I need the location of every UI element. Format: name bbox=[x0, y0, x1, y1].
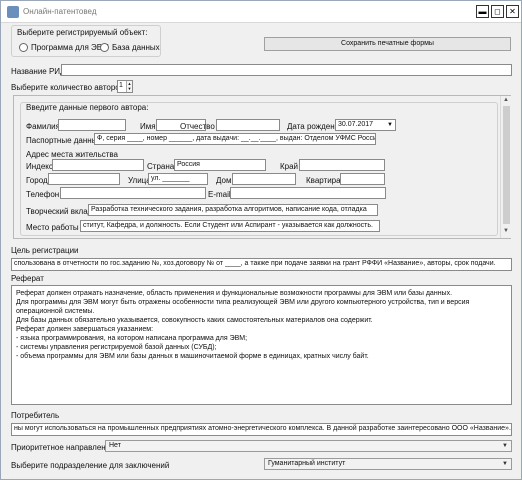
region-input[interactable] bbox=[299, 159, 385, 171]
country-label: Страна bbox=[147, 162, 175, 171]
scroll-down-icon[interactable]: ▼ bbox=[503, 228, 509, 234]
date-dropdown-icon[interactable]: ▼ bbox=[387, 120, 393, 130]
spinner-arrows-icon[interactable]: ▲ ▼ bbox=[126, 81, 132, 92]
abstract-line: - объема программы для ЭВМ или базы данн… bbox=[16, 353, 369, 360]
scroll-thumb[interactable] bbox=[503, 106, 510, 224]
priority-value: Нет bbox=[109, 442, 121, 449]
chevron-down-icon: ▼ bbox=[502, 461, 508, 467]
phone-input[interactable] bbox=[60, 187, 206, 199]
surname-input[interactable] bbox=[58, 119, 126, 131]
purpose-input[interactable]: спользована в отчетности по гос.заданию … bbox=[11, 258, 512, 271]
name-label: Имя bbox=[140, 122, 156, 131]
street-input[interactable]: ул. _______ bbox=[148, 173, 208, 185]
close-button[interactable]: ✕ bbox=[506, 5, 519, 18]
chevron-down-icon: ▼ bbox=[502, 443, 508, 449]
email-input[interactable] bbox=[230, 187, 386, 199]
rid-name-input[interactable] bbox=[61, 64, 512, 76]
priority-select[interactable]: Нет ▼ bbox=[105, 440, 512, 452]
email-label: E-mail bbox=[208, 190, 231, 199]
subdivision-select[interactable]: Гуманитарный институт ▼ bbox=[264, 458, 512, 470]
abstract-line: Для базы данных обязательно указывается,… bbox=[16, 317, 373, 324]
author-panel-scrollbar[interactable]: ▲ ▼ bbox=[500, 96, 511, 238]
scroll-up-icon[interactable]: ▲ bbox=[503, 97, 509, 103]
save-forms-button[interactable]: Сохранить печатные формы bbox=[264, 37, 511, 51]
surname-label: Фамилия bbox=[26, 122, 60, 131]
subdivision-label: Выберите подразделение для заключений bbox=[11, 461, 170, 470]
contribution-label: Творческий вклад bbox=[26, 207, 93, 216]
apartment-input[interactable] bbox=[340, 173, 385, 185]
first-author-panel: Введите данные первого автора: Фамилия И… bbox=[13, 95, 511, 239]
purpose-label: Цель регистрации bbox=[11, 246, 79, 255]
app-icon bbox=[7, 6, 19, 18]
consumer-input[interactable]: ны могут использоваться на промышленных … bbox=[11, 423, 512, 436]
contribution-input[interactable]: Разработка технического задания, разрабо… bbox=[88, 204, 378, 216]
radio-database-label: База данных bbox=[112, 43, 160, 52]
abstract-line: - системы управления регистрируемой базо… bbox=[16, 344, 217, 351]
index-input[interactable] bbox=[52, 159, 144, 171]
abstract-label: Реферат bbox=[11, 274, 44, 283]
abstract-line: Реферат должен завершаться указанием: bbox=[16, 326, 154, 333]
city-input[interactable] bbox=[48, 173, 120, 185]
workplace-label: Место работы bbox=[26, 223, 79, 232]
subdivision-value: Гуманитарный институт bbox=[268, 460, 346, 467]
abstract-line: Реферат должен отражать назначение, обла… bbox=[16, 290, 453, 297]
window-title: Онлайн-патентовед bbox=[23, 7, 97, 16]
title-bar: Онлайн-патентовед ▬ ◻ ✕ bbox=[1, 1, 521, 23]
authors-count-value: 1 bbox=[119, 82, 123, 89]
authors-count-spinner[interactable]: 1 ▲ ▼ bbox=[117, 80, 133, 93]
abstract-line: операционной системы. bbox=[16, 308, 95, 315]
index-label: Индекс bbox=[26, 162, 53, 171]
apartment-label: Квартира bbox=[306, 176, 341, 185]
radio-program[interactable] bbox=[19, 43, 28, 52]
birth-date-picker[interactable]: 30.07.2017 ▼ bbox=[335, 119, 396, 131]
abstract-line: - языка программирования, на котором нап… bbox=[16, 335, 248, 342]
birth-date-value: 30.07.2017 bbox=[338, 121, 374, 128]
patronymic-label: Отчество bbox=[180, 122, 215, 131]
app-window: Онлайн-патентовед ▬ ◻ ✕ Выберите регистр… bbox=[0, 0, 522, 480]
country-input[interactable]: Россия bbox=[174, 159, 266, 171]
abstract-line: Для программы для ЭВМ могут быть отражен… bbox=[16, 299, 470, 306]
city-label: Город bbox=[26, 176, 48, 185]
priority-label: Приоритетное направление bbox=[11, 443, 115, 452]
maximize-button[interactable]: ◻ bbox=[491, 5, 504, 18]
passport-input[interactable]: Ф, серия ____, номер ______, дата выдачи… bbox=[94, 133, 376, 145]
house-label: Дом bbox=[216, 176, 232, 185]
authors-count-label: Выберите количество авторов bbox=[11, 83, 124, 92]
abstract-textarea[interactable]: Реферат должен отражать назначение, обла… bbox=[11, 285, 512, 405]
rid-name-label: Название РИД bbox=[11, 67, 66, 76]
address-label: Адрес места жительства bbox=[26, 150, 119, 159]
object-type-label: Выберите регистрируемый объект: bbox=[17, 28, 148, 37]
first-author-label: Введите данные первого автора: bbox=[26, 103, 149, 112]
radio-program-label: Программа для ЭВМ bbox=[31, 43, 109, 52]
radio-database[interactable] bbox=[100, 43, 109, 52]
passport-label: Паспортные данные bbox=[26, 136, 102, 145]
workplace-input[interactable]: ститут, Кафедра, и должность. Если Студе… bbox=[80, 220, 380, 232]
minimize-button[interactable]: ▬ bbox=[476, 5, 489, 18]
patronymic-input[interactable] bbox=[216, 119, 280, 131]
region-label: Край bbox=[280, 162, 299, 171]
house-input[interactable] bbox=[232, 173, 296, 185]
consumer-label: Потребитель bbox=[11, 411, 60, 420]
phone-label: Телефон bbox=[26, 190, 60, 199]
